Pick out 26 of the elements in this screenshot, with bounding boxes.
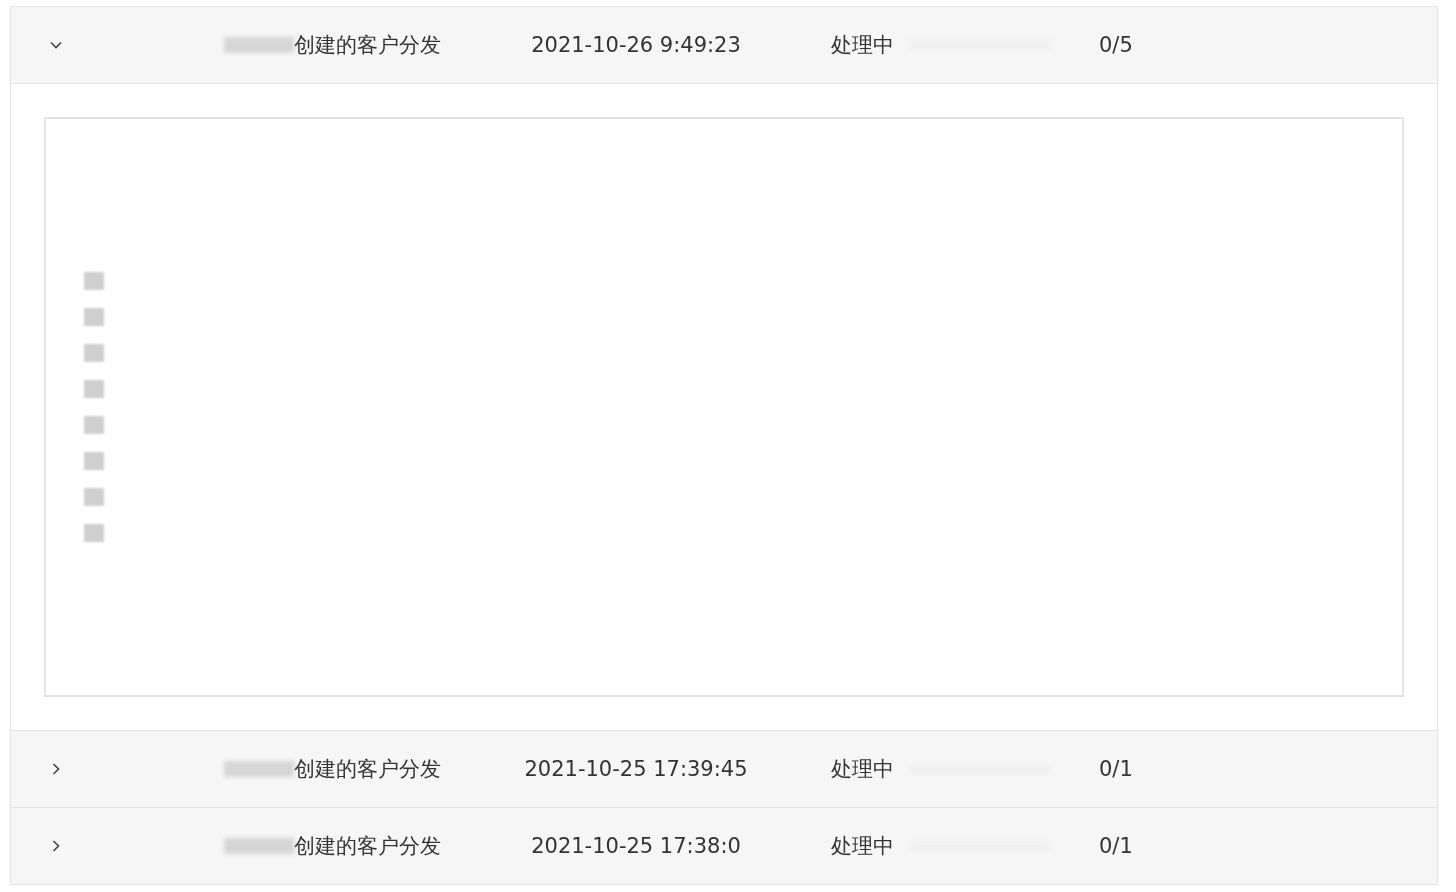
table-cell-text: 2021-10-26 9:49:23	[530, 33, 742, 57]
status-text: 处理中	[831, 833, 894, 860]
redacted-block	[84, 452, 104, 470]
table-cell-text: 2021-10-25 17:39:45	[523, 757, 749, 781]
redacted-block	[224, 838, 294, 854]
redacted-block	[84, 380, 104, 398]
table-row[interactable]: 创建的客户分发 2021-10-25 17:39:45 处理中 0/1	[11, 731, 1437, 808]
redacted-block	[84, 308, 104, 326]
redacted-block	[224, 37, 294, 53]
progress-count: 0/1	[1098, 834, 1134, 858]
redacted-block	[84, 416, 104, 434]
progress-count: 0/1	[1098, 757, 1134, 781]
table-row[interactable]: 创建的客户分发 2021-10-26 9:49:23 处理中 0/5	[11, 7, 1437, 84]
redacted-block	[84, 524, 104, 542]
table-row[interactable]: 创建的客户分发 2021-10-25 17:38:0 处理中 0/1	[11, 808, 1437, 885]
task-name: 创建的客户分发	[294, 833, 441, 860]
redacted-block	[224, 761, 294, 777]
redacted-block	[84, 272, 104, 290]
status-text: 处理中	[831, 32, 894, 59]
redacted-block	[84, 344, 104, 362]
task-name: 创建的客户分发	[294, 756, 441, 783]
progress-count: 0/5	[1098, 33, 1134, 57]
status-text: 处理中	[831, 756, 894, 783]
table-cell-text: 2021-10-25 17:38:0	[530, 834, 742, 858]
redacted-block	[84, 488, 104, 506]
task-name: 创建的客户分发	[294, 32, 441, 59]
